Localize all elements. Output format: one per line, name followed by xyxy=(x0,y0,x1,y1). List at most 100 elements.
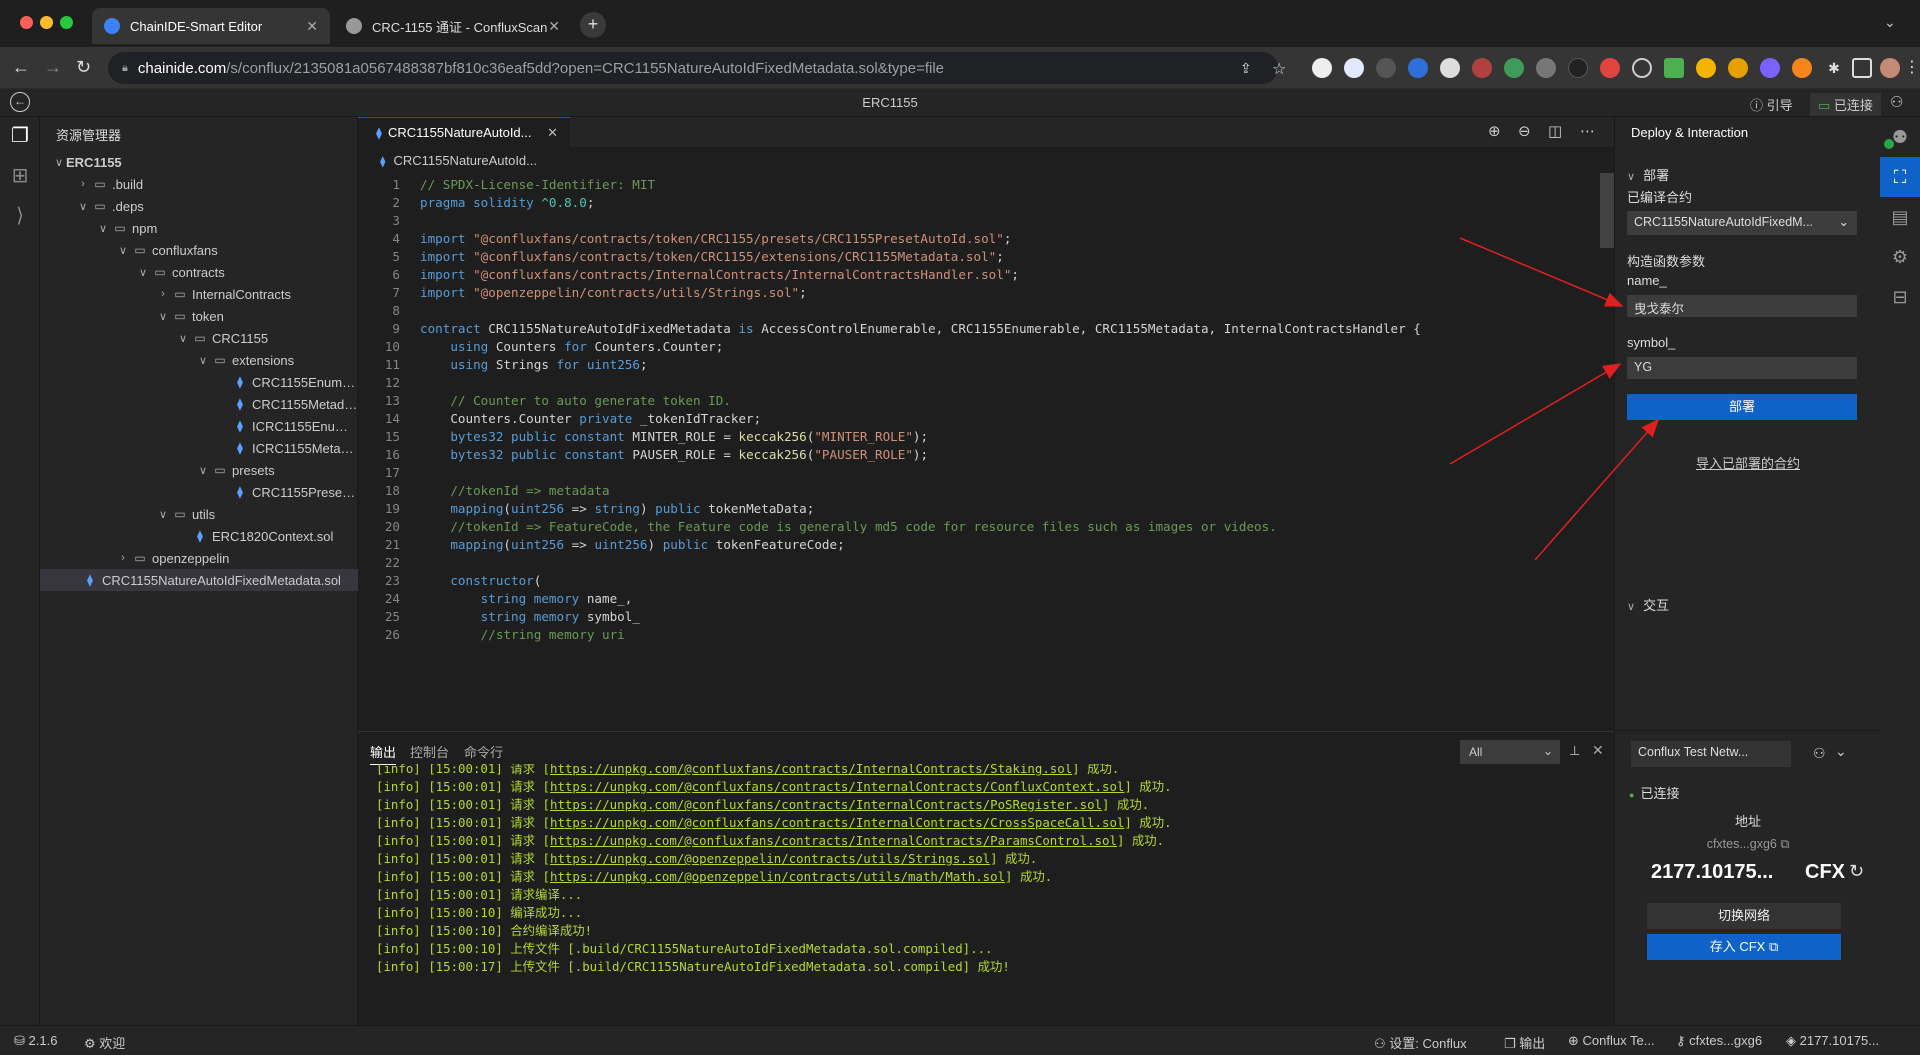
extension-icon[interactable] xyxy=(1504,58,1524,78)
network-select[interactable]: Conflux Test Netw... xyxy=(1631,741,1791,767)
breadcrumb-file[interactable]: CRC1155NatureAutoId... xyxy=(393,153,537,168)
extension-icon[interactable] xyxy=(1664,58,1684,78)
welcome-item[interactable]: ⚙ 欢迎 xyxy=(84,1033,125,1052)
code-area[interactable]: 1 // SPDX-License-Identifier: MIT 2 pragma … xyxy=(358,173,1598,731)
back-arrow-icon[interactable]: ← xyxy=(12,57,30,78)
log-url-link[interactable]: https://unpkg.com/@confluxfans/contracts… xyxy=(550,779,1124,794)
url-bar[interactable]: 🔒︎ chainide.com/s/conflux/2135081a056748… xyxy=(108,52,1278,84)
log-url-link[interactable]: https://unpkg.com/@confluxfans/contracts… xyxy=(550,815,1124,830)
tree-folder-item[interactable]: ∨ ▭ .deps xyxy=(40,195,358,217)
tree-folder-item[interactable]: ∨ ▭ presets xyxy=(40,459,358,481)
close-tab-icon[interactable]: ✕ xyxy=(548,18,560,35)
tree-file-item[interactable]: ⧫ ICRC1155Metadat... xyxy=(40,437,358,459)
minimize-window-button[interactable] xyxy=(40,16,53,29)
zoom-out-icon[interactable]: ⊖ xyxy=(1518,122,1531,140)
new-tab-button[interactable]: + xyxy=(580,12,606,38)
guide-button[interactable]: ⓘ 引导 xyxy=(1750,95,1793,114)
copy-icon[interactable]: ⧉ xyxy=(1780,837,1789,851)
switch-network-button[interactable]: 切换网络 xyxy=(1647,903,1841,929)
log-url-link[interactable]: https://unpkg.com/@confluxfans/contracts… xyxy=(550,764,1072,776)
close-window-button[interactable] xyxy=(20,16,33,29)
extension-icon[interactable] xyxy=(1344,58,1364,78)
tab-console[interactable]: 控制台 xyxy=(410,742,449,761)
clipboard-icon[interactable]: ▤ xyxy=(1880,197,1920,237)
output-item[interactable]: ❐ 输出 xyxy=(1504,1033,1545,1052)
section-deploy[interactable]: ∨ 部署 xyxy=(1627,165,1669,184)
refresh-icon[interactable]: ↻ xyxy=(1849,861,1864,882)
more-icon[interactable]: ⋯ xyxy=(1580,122,1595,140)
chevron-down-icon[interactable]: ⌄ xyxy=(1835,743,1847,760)
symbol-input[interactable]: YG xyxy=(1627,357,1857,379)
close-icon[interactable]: ✕ xyxy=(1592,742,1604,759)
tab-terminal[interactable]: 命令行 xyxy=(464,742,503,761)
balance-item[interactable]: ◈ 2177.10175... xyxy=(1786,1033,1879,1049)
browser-tab-chainide[interactable]: ChainIDE-Smart Editor ✕ xyxy=(92,8,330,44)
extensions-puzzle-icon[interactable]: ✱ xyxy=(1824,58,1844,78)
extension-icon[interactable] xyxy=(1568,58,1588,78)
plugins-icon[interactable]: ⊞ xyxy=(9,165,31,187)
user-icon[interactable]: ⚇ xyxy=(1890,93,1903,111)
tab-search-icon[interactable]: ⌄ xyxy=(1884,14,1896,31)
deploy-button[interactable]: 部署 xyxy=(1627,394,1857,420)
extension-icon[interactable] xyxy=(1312,58,1332,78)
tree-folder-item[interactable]: › ▭ .build xyxy=(40,173,358,195)
extension-icon[interactable] xyxy=(1440,58,1460,78)
extension-icon[interactable] xyxy=(1376,58,1396,78)
tree-folder-item[interactable]: ∨ ▭ extensions xyxy=(40,349,358,371)
browser-tab-confluxscan[interactable]: CRC-1155 通证 - ConfluxScan ✕ xyxy=(334,8,572,44)
verify-icon[interactable]: ⚙ xyxy=(1880,237,1920,277)
tree-folder-item[interactable]: ∨ ▭ contracts xyxy=(40,261,358,283)
log-url-link[interactable]: https://unpkg.com/@openzeppelin/contract… xyxy=(550,851,990,866)
tree-file-item[interactable]: ⧫ CRC1155Metadata... xyxy=(40,393,358,415)
tree-file-item[interactable]: ⧫ CRC1155NatureAutoIdFixedMetadata.sol xyxy=(40,569,358,591)
deploy-interaction-icon[interactable]: ⛶ xyxy=(1880,157,1920,197)
zoom-in-icon[interactable]: ⊕ xyxy=(1488,122,1501,140)
profile-avatar[interactable] xyxy=(1880,58,1900,78)
tree-folder-item[interactable]: ∨ ▭ CRC1155 xyxy=(40,327,358,349)
tree-file-item[interactable]: ⧫ ERC1820Context.sol xyxy=(40,525,358,547)
tree-folder-item[interactable]: › ▭ InternalContracts xyxy=(40,283,358,305)
tree-folder-item[interactable]: ∨ ▭ token xyxy=(40,305,358,327)
tree-folder-item[interactable]: ∨ ▭ confluxfans xyxy=(40,239,358,261)
share-icon[interactable]: ⇪ xyxy=(1240,60,1252,77)
tab-output[interactable]: 输出 xyxy=(370,742,397,765)
sidebar-toggle-icon[interactable] xyxy=(1852,58,1872,78)
log-url-link[interactable]: https://unpkg.com/@openzeppelin/contract… xyxy=(550,869,1005,884)
git-icon[interactable]: ⟩ xyxy=(9,205,31,227)
forward-arrow-icon[interactable]: → xyxy=(44,57,62,78)
network-item[interactable]: ⊕ Conflux Te... xyxy=(1568,1033,1655,1049)
extension-icon[interactable] xyxy=(1600,58,1620,78)
account-icon[interactable]: ⚇ xyxy=(1813,745,1826,762)
close-tab-icon[interactable]: ✕ xyxy=(306,18,318,35)
split-editor-icon[interactable]: ◫ xyxy=(1548,122,1562,140)
extension-icon[interactable] xyxy=(1536,58,1556,78)
extension-icon[interactable] xyxy=(1696,58,1716,78)
log-url-link[interactable]: https://unpkg.com/@confluxfans/contracts… xyxy=(550,833,1117,848)
close-icon[interactable]: ✕ xyxy=(547,125,558,141)
deposit-cfx-button[interactable]: 存入 CFX ⧉ xyxy=(1647,934,1841,960)
connection-status-button[interactable]: ▭ 已连接 xyxy=(1810,93,1881,116)
name-input[interactable]: 曳戈泰尔 xyxy=(1627,295,1857,317)
extension-icon[interactable] xyxy=(1632,58,1652,78)
metamask-fox-icon[interactable] xyxy=(1792,58,1812,78)
tree-file-item[interactable]: ⧫ CRC1155PresetAu... xyxy=(40,481,358,503)
tree-folder-item[interactable]: ∨ ▭ utils xyxy=(40,503,358,525)
log-filter-select[interactable]: All ⌄ xyxy=(1460,740,1560,764)
editor-scrollbar[interactable] xyxy=(1600,173,1614,248)
tree-folder-item[interactable]: › ▭ openzeppelin xyxy=(40,547,358,569)
reload-icon[interactable]: ↻ xyxy=(76,57,91,78)
editor-tab[interactable]: ⧫ CRC1155NatureAutoId... ✕ xyxy=(358,117,570,147)
address-item[interactable]: ⚷ cfxtes...gxg6 xyxy=(1676,1033,1762,1049)
tree-file-item[interactable]: ⧫ ICRC1155Enumera... xyxy=(40,415,358,437)
extension-icon[interactable] xyxy=(1408,58,1428,78)
tree-folder-item[interactable]: ∨ ERC1155 xyxy=(40,151,358,173)
extension-icon[interactable] xyxy=(1472,58,1492,78)
robot-icon[interactable]: ⚉ xyxy=(1880,117,1920,157)
browser-menu-icon[interactable]: ⋮ xyxy=(1904,58,1920,78)
extension-icon[interactable] xyxy=(1760,58,1780,78)
bookmark-star-icon[interactable]: ☆ xyxy=(1272,59,1286,79)
compiled-contract-select[interactable]: CRC1155NatureAutoIdFixedM... ⌄ xyxy=(1627,211,1857,235)
toolbox-icon[interactable]: ⊟ xyxy=(1880,277,1920,317)
section-interact[interactable]: ∨ 交互 xyxy=(1627,595,1669,614)
files-icon[interactable]: ❐ xyxy=(9,125,31,147)
